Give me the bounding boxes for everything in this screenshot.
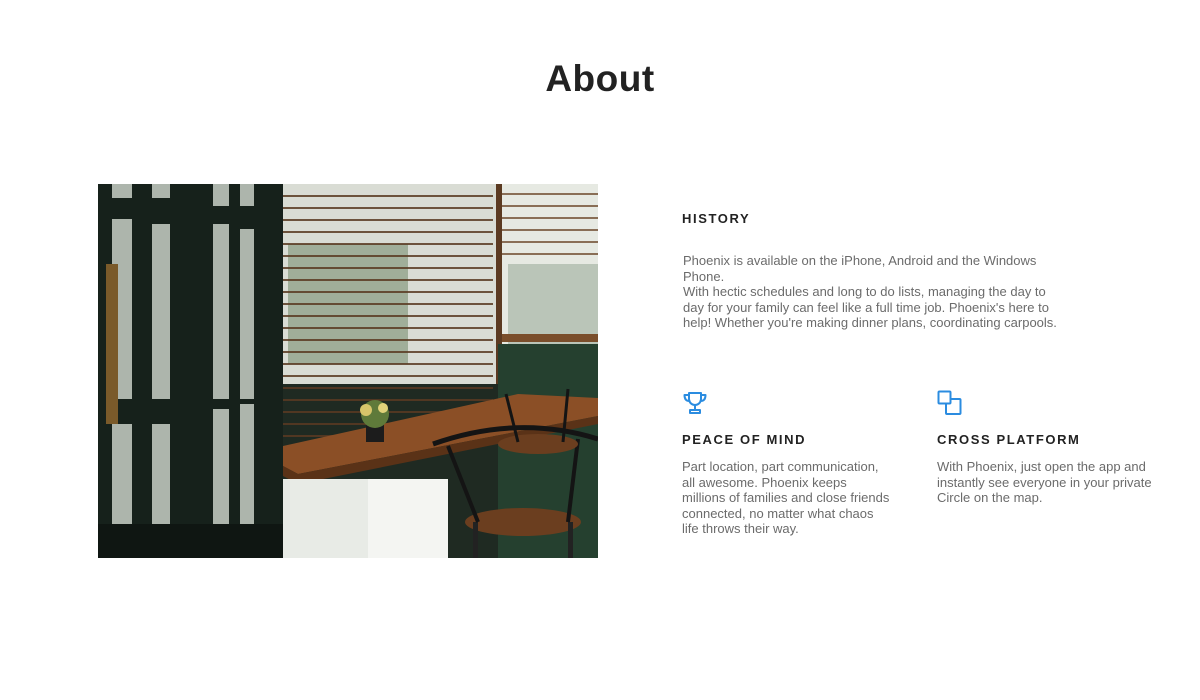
feature-heading: PEACE OF MIND — [682, 432, 807, 447]
feature-cross-platform: CROSS PLATFORM With Phoenix, just open t… — [937, 390, 1152, 506]
about-photo — [98, 184, 598, 558]
history-heading: HISTORY — [682, 211, 751, 226]
page-title: About — [545, 58, 655, 99]
cross-platform-icon — [937, 390, 963, 416]
feature-description: Part location, part communication, all a… — [682, 459, 890, 537]
trophy-icon — [682, 390, 708, 416]
feature-description: With Phoenix, just open the app and inst… — [937, 459, 1152, 506]
history-paragraph-2: With hectic schedules and long to do lis… — [683, 284, 1057, 331]
history-paragraph-1: Phoenix is available on the iPhone, Andr… — [683, 253, 1037, 284]
history-description: Phoenix is available on the iPhone, Andr… — [683, 253, 1063, 331]
feature-heading: CROSS PLATFORM — [937, 432, 1081, 447]
feature-peace-of-mind: PEACE OF MIND Part location, part commun… — [682, 390, 892, 537]
